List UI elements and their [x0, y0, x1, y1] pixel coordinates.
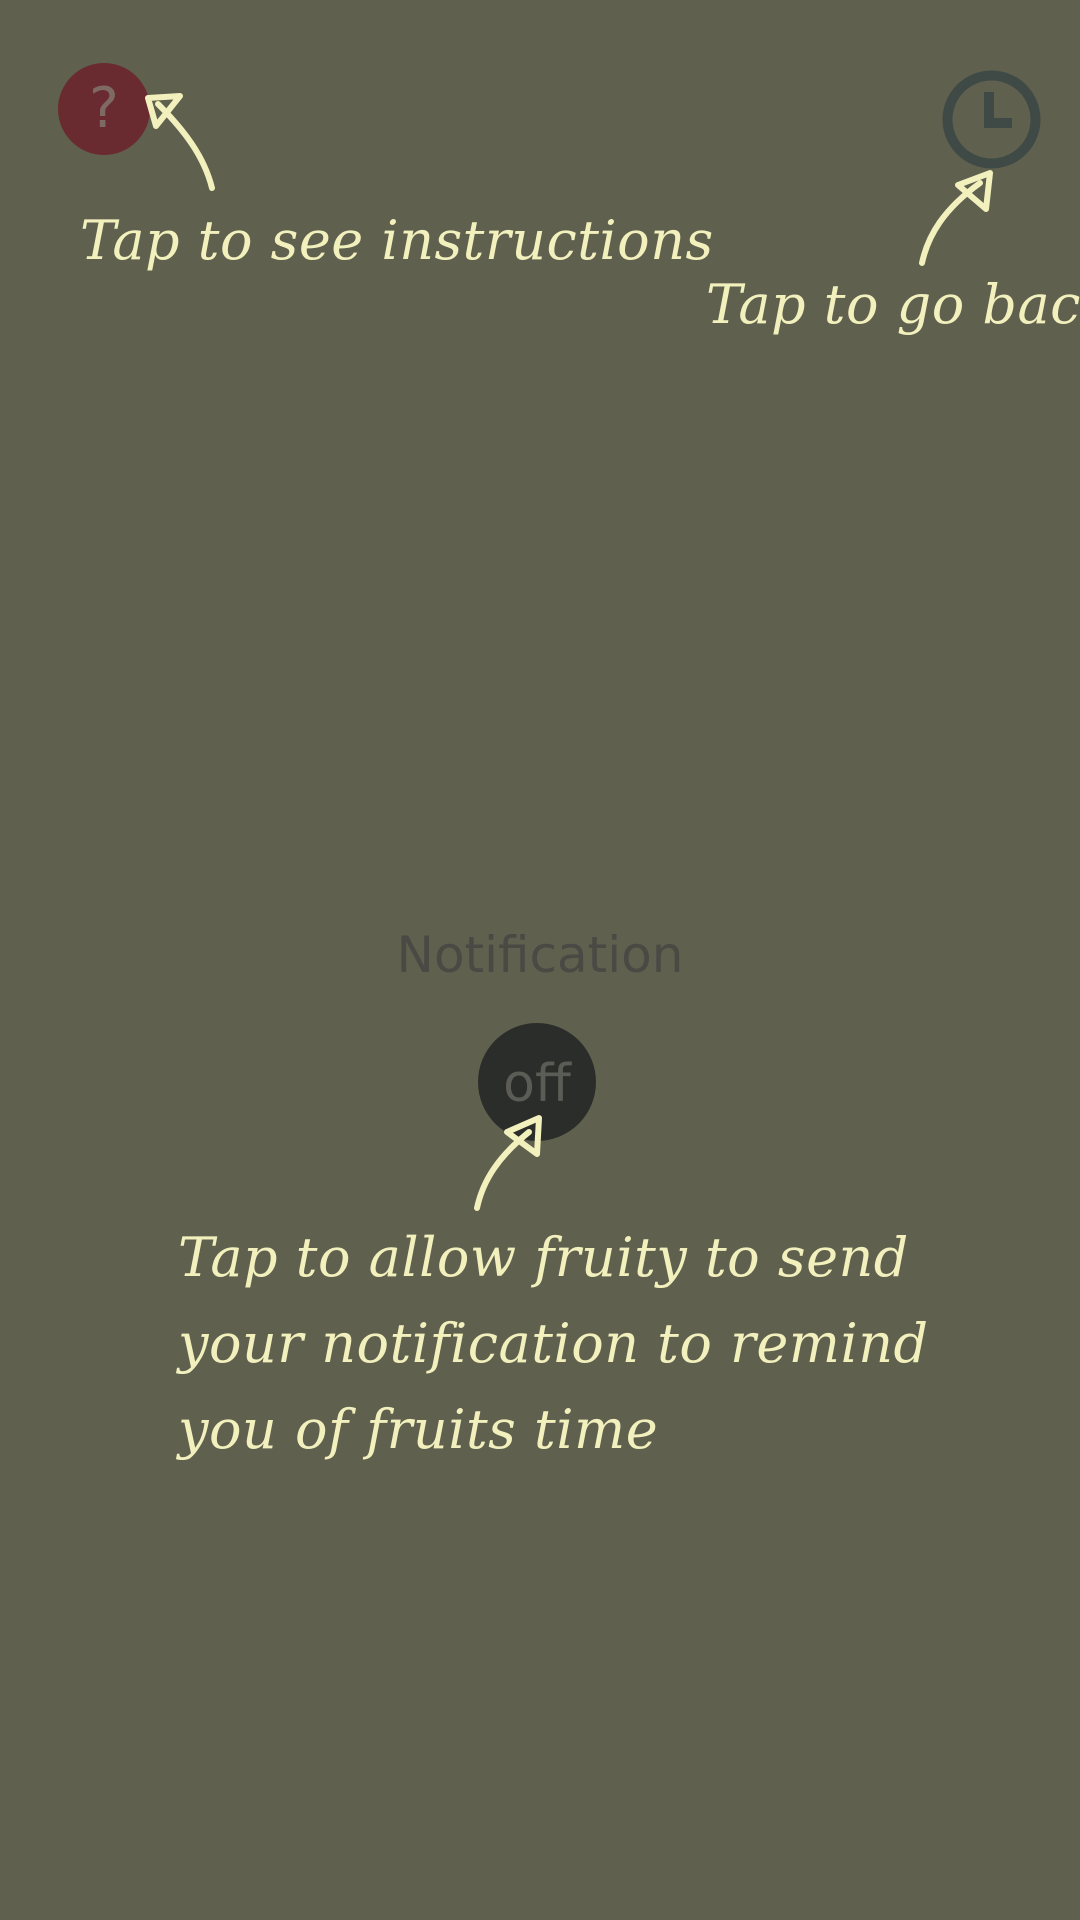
notification-title: Notification: [396, 926, 684, 984]
question-mark-icon: ?: [89, 76, 119, 141]
app-screen: { "help_button": { "glyph": "?", "icon":…: [0, 0, 1080, 1920]
hint-notification: Tap to allow fruity to send your notific…: [178, 1226, 929, 1461]
help-button[interactable]: ?: [58, 63, 150, 155]
back-button[interactable]: [940, 68, 1043, 171]
hint-go-back: Tap to go back: [706, 273, 1080, 336]
arrow-to-help-icon: [145, 93, 215, 191]
arrow-to-toggle-icon: [474, 1115, 542, 1211]
hint-instructions: Tap to see instructions: [80, 209, 714, 272]
clock-icon: [942, 70, 1041, 169]
arrow-to-back-icon: [919, 170, 993, 266]
toggle-state-label: off: [503, 1054, 571, 1114]
